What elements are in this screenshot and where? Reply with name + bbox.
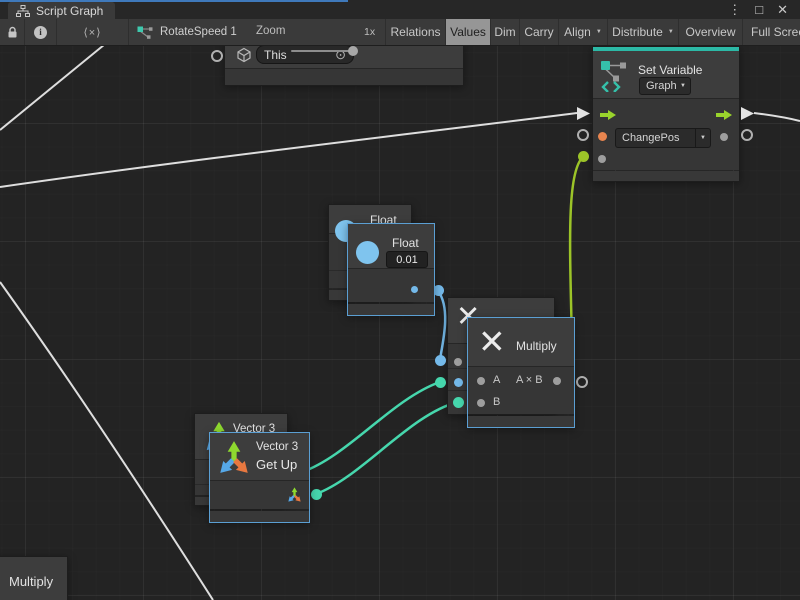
- variable-value-port[interactable]: [598, 155, 606, 163]
- script-graph-window: This ⊙ Set Variable Graph ▼ ChangePos: [0, 0, 800, 600]
- window-maximize-icon[interactable]: □: [748, 0, 770, 19]
- script-graph-icon: [16, 5, 30, 17]
- variable-scope-dropdown[interactable]: Graph ▼: [639, 77, 691, 95]
- float-output-port[interactable]: [411, 286, 418, 293]
- script-graph-asset-icon: [137, 25, 153, 39]
- set-variable-node[interactable]: Set Variable Graph ▼ ChangePos ▼: [592, 46, 740, 182]
- multiply-back-port[interactable]: [454, 358, 462, 366]
- input-b-label: B: [493, 396, 500, 408]
- graph-breadcrumb[interactable]: RotateSpeed 1: [128, 19, 237, 45]
- this-node[interactable]: This ⊙: [224, 41, 464, 86]
- input-a-label: A: [493, 374, 500, 386]
- teal-wire-endpoint-b[interactable]: [453, 397, 464, 408]
- distribute-dropdown-button[interactable]: Distribute ▼: [607, 19, 678, 45]
- values-button[interactable]: Values: [445, 19, 490, 45]
- get-up-node[interactable]: Vector 3 Get Up: [209, 432, 310, 523]
- flow-input-arrow[interactable]: [600, 109, 616, 121]
- node-title: Multiply: [9, 574, 53, 589]
- float-node[interactable]: Float 0.01: [347, 223, 435, 316]
- variable-output-port[interactable]: [720, 133, 728, 141]
- this-node-output-port[interactable]: [211, 50, 223, 62]
- chevron-down-icon: ▼: [676, 78, 690, 94]
- variable-name-port[interactable]: [598, 132, 607, 141]
- relations-button[interactable]: Relations: [385, 19, 445, 45]
- multiply-external-output-port[interactable]: [576, 376, 588, 388]
- align-dropdown-button[interactable]: Align ▼: [558, 19, 607, 45]
- multiply-back-port-a[interactable]: [454, 378, 463, 387]
- tab-bar: Script Graph ⋮ □ ✕: [0, 0, 800, 19]
- overview-button[interactable]: Overview: [678, 19, 742, 45]
- carry-button[interactable]: Carry: [519, 19, 558, 45]
- node-title: Vector 3: [256, 441, 298, 453]
- multiply-input-b-port[interactable]: [477, 399, 485, 407]
- getup-output-wire-start[interactable]: [311, 489, 322, 500]
- set-variable-icon: [600, 58, 628, 92]
- tab-script-graph[interactable]: Script Graph: [8, 2, 115, 19]
- tab-label: Script Graph: [36, 4, 103, 18]
- output-label: A × B: [516, 374, 543, 386]
- node-title: Set Variable: [638, 63, 702, 77]
- info-button[interactable]: i: [24, 19, 56, 45]
- code-preview-button[interactable]: ⟨×⟩: [56, 19, 128, 45]
- chevron-down-icon: ▼: [668, 29, 674, 35]
- info-icon: i: [34, 26, 47, 39]
- variable-name-dropdown[interactable]: ChangePos ▼: [615, 128, 711, 148]
- node-title: Multiply: [516, 339, 557, 353]
- this-object-field[interactable]: This ⊙: [256, 45, 354, 64]
- vector3-icon: [215, 438, 253, 476]
- lock-icon: [7, 26, 18, 39]
- multiply-icon: ✕: [478, 325, 506, 358]
- this-field-value: This: [264, 48, 287, 62]
- blue-wire-endpoint[interactable]: [435, 355, 446, 366]
- multiply-node[interactable]: ✕ Multiply A A × B B: [467, 317, 575, 428]
- dim-button[interactable]: Dim: [490, 19, 519, 45]
- chevron-down-icon: ▼: [695, 129, 710, 147]
- window-menu-icon[interactable]: ⋮: [721, 0, 748, 19]
- olive-wire-endpoint[interactable]: [578, 151, 589, 162]
- flow-output-arrow[interactable]: [716, 109, 732, 121]
- multiply-output-port[interactable]: [553, 377, 561, 385]
- gameobject-cube-icon: [236, 47, 252, 63]
- float-icon: [356, 241, 379, 264]
- code-icon: ⟨×⟩: [83, 26, 101, 39]
- multiply-node-corner[interactable]: Multiply: [0, 556, 68, 600]
- chevron-down-icon: ▼: [596, 29, 602, 35]
- graph-toolbar: i ⟨×⟩ RotateSpeed 1 Zoom 1x Relations Va…: [0, 19, 800, 46]
- fullscreen-button[interactable]: Full Screen: [742, 19, 800, 45]
- vector3-output-icon: [286, 486, 303, 503]
- setvariable-external-port-right[interactable]: [741, 129, 753, 141]
- zoom-value: 1x: [364, 26, 375, 38]
- setvariable-external-port-left[interactable]: [577, 129, 589, 141]
- node-title: Float: [392, 236, 419, 250]
- variable-accent-bar: [593, 47, 739, 51]
- teal-wire-endpoint-a[interactable]: [435, 377, 446, 388]
- zoom-label: Zoom: [256, 25, 285, 37]
- window-close-icon[interactable]: ✕: [770, 0, 795, 19]
- node-subtitle: Get Up: [256, 457, 297, 472]
- multiply-input-a-port[interactable]: [477, 377, 485, 385]
- float-value-field[interactable]: 0.01: [386, 251, 428, 268]
- lock-button[interactable]: [0, 19, 24, 45]
- zoom-slider-handle[interactable]: [348, 46, 358, 56]
